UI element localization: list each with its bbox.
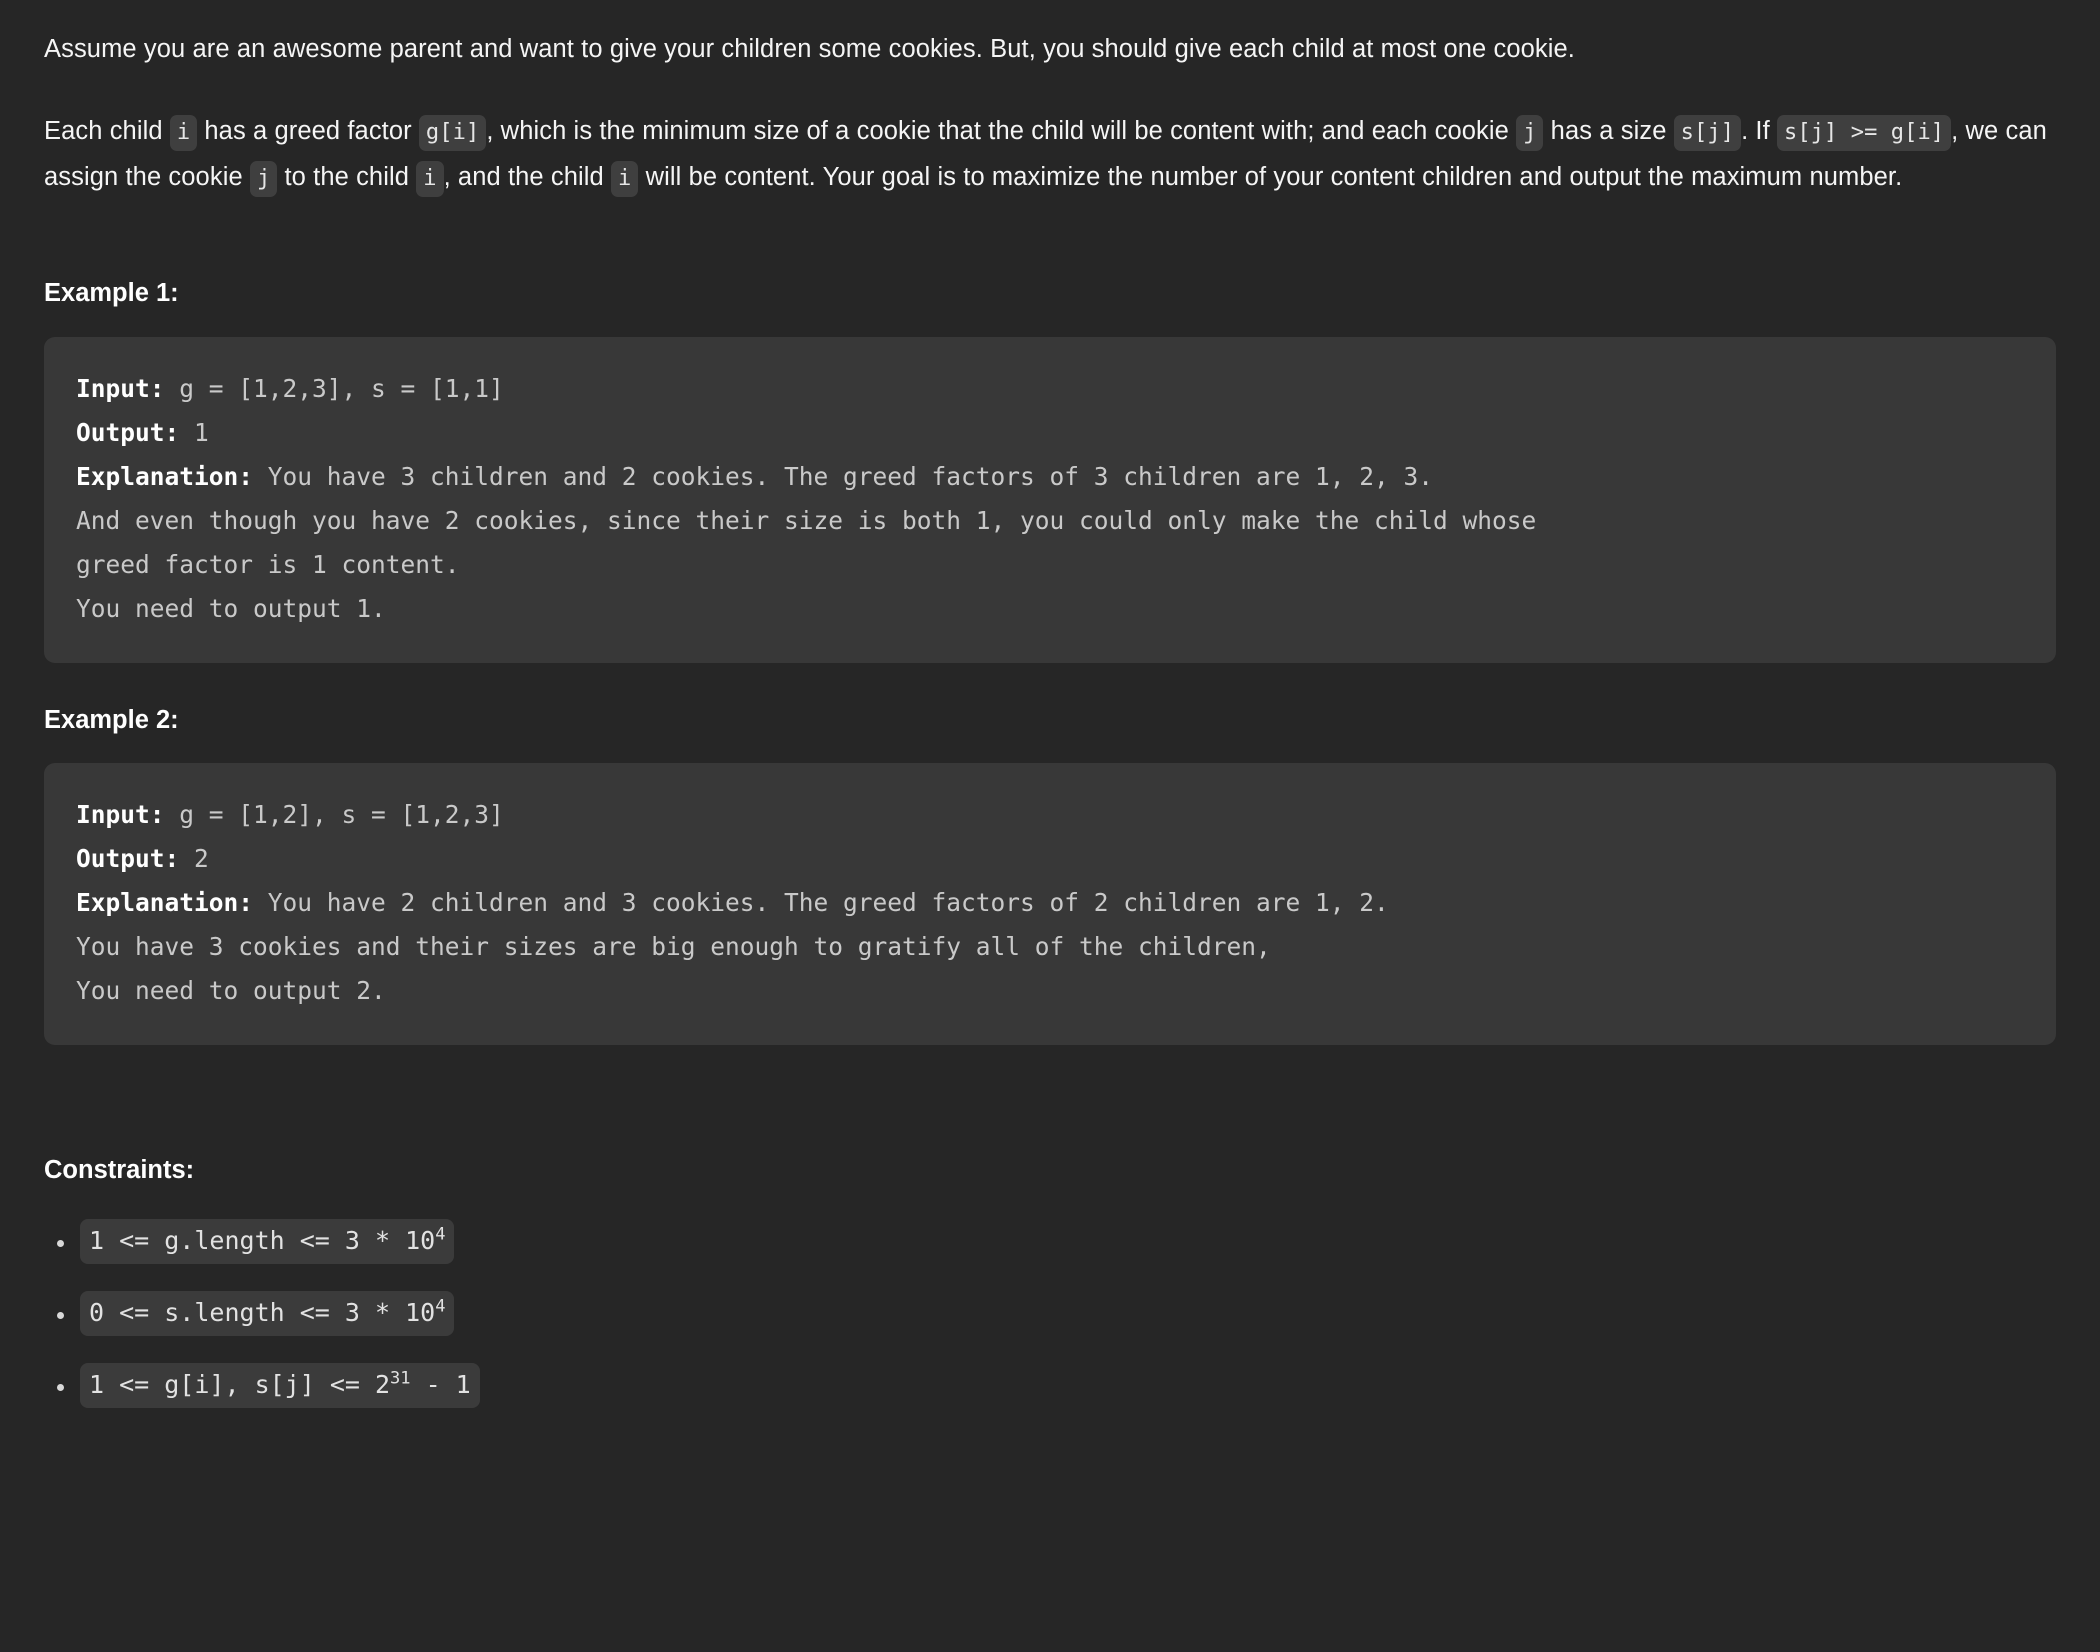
inline-code-i-3: i	[611, 161, 639, 197]
paragraph2-segment-1: Each child	[44, 117, 170, 145]
paragraph2-segment-4: has a size	[1543, 117, 1674, 145]
constraint-item-3: 1 <= g[i], s[j] <= 231 - 1	[44, 1360, 2056, 1410]
constraint-sup-3: 31	[390, 1368, 411, 1389]
paragraph2-segment-3: , which is the minimum size of a cookie …	[486, 117, 1517, 145]
example-1-output-line: Output: 1	[76, 411, 2024, 455]
input-label: Input:	[76, 373, 165, 403]
inline-code-g-i-1: g[i]	[418, 115, 487, 151]
paragraph2-segment-8: , and the child	[443, 163, 612, 191]
paragraph2-segment-7: to the child	[277, 163, 417, 191]
explanation-value: You have 2 children and 3 cookies. The g…	[76, 888, 1389, 1006]
input-value: g = [1,2], s = [1,2,3]	[164, 800, 504, 830]
input-value: g = [1,2,3], s = [1,1]	[164, 373, 504, 403]
paragraph2-segment-5: . If	[1741, 117, 1777, 145]
output-value: 1	[179, 417, 209, 447]
description-paragraph-1: Assume you are an awesome parent and wan…	[44, 35, 1575, 63]
example-1-code-block: Input: g = [1,2,3], s = [1,1] Output: 1 Ex…	[44, 336, 2056, 663]
output-value: 2	[179, 844, 209, 874]
constraints-heading: Constraints:	[44, 1156, 195, 1185]
example-1-input-line: Input: g = [1,2,3], s = [1,1]	[76, 367, 2024, 411]
example-2-input-line: Input: g = [1,2], s = [1,2,3]	[76, 793, 2024, 837]
inline-code-j-2: j	[249, 161, 278, 197]
example-2-code-block: Input: g = [1,2], s = [1,2,3] Output: 2 Ex…	[44, 763, 2056, 1046]
constraint-code-2: 0 <= s.length <= 3 * 104	[80, 1290, 455, 1336]
example-1-explanation-line: Explanation: You have 3 children and 2 c…	[76, 455, 2024, 631]
example-2-output-line: Output: 2	[76, 837, 2024, 881]
constraint-sup-1: 4	[435, 1224, 446, 1245]
inline-code-i-1: i	[169, 115, 198, 151]
constraints-list: 1 <= g.length <= 3 * 104 0 <= s.length <…	[44, 1216, 2056, 1410]
explanation-label: Explanation:	[76, 888, 254, 918]
example-2-explanation-line: Explanation: You have 2 children and 3 c…	[76, 881, 2024, 1013]
inline-code-condition: s[j] >= g[i]	[1777, 115, 1952, 151]
constraint-tail-3: - 1	[410, 1369, 471, 1399]
output-label: Output:	[76, 417, 180, 447]
description-paragraph-2: Each child i has a greed factor g[i], wh…	[44, 108, 2054, 200]
explanation-value: You have 3 children and 2 cookies. The g…	[76, 461, 1537, 623]
input-label: Input:	[76, 800, 165, 830]
inline-code-j-1: j	[1516, 115, 1544, 151]
constraint-base-1: 1 <= g.length <= 3 * 10	[89, 1225, 436, 1255]
constraint-base-3: 1 <= g[i], s[j] <= 2	[89, 1369, 391, 1399]
example-2-heading: Example 2:	[44, 705, 179, 734]
inline-code-s-j-1: s[j]	[1673, 115, 1742, 151]
example-1-heading: Example 1:	[44, 279, 179, 307]
constraint-item-1: 1 <= g.length <= 3 * 104	[44, 1216, 2056, 1266]
constraint-item-2: 0 <= s.length <= 3 * 104	[44, 1288, 2056, 1338]
constraint-sup-2: 4	[435, 1296, 446, 1317]
inline-code-i-2: i	[416, 161, 444, 197]
constraint-base-2: 0 <= s.length <= 3 * 10	[89, 1297, 436, 1327]
constraint-code-3: 1 <= g[i], s[j] <= 231 - 1	[80, 1362, 480, 1408]
paragraph2-segment-9: will be content. Your goal is to maximiz…	[638, 163, 1903, 191]
output-label: Output:	[76, 844, 180, 874]
problem-description-page: Assume you are an awesome parent and wan…	[0, 0, 2100, 1652]
paragraph2-segment-2: has a greed factor	[197, 117, 419, 145]
explanation-label: Explanation:	[76, 461, 254, 491]
constraint-code-1: 1 <= g.length <= 3 * 104	[80, 1218, 455, 1264]
